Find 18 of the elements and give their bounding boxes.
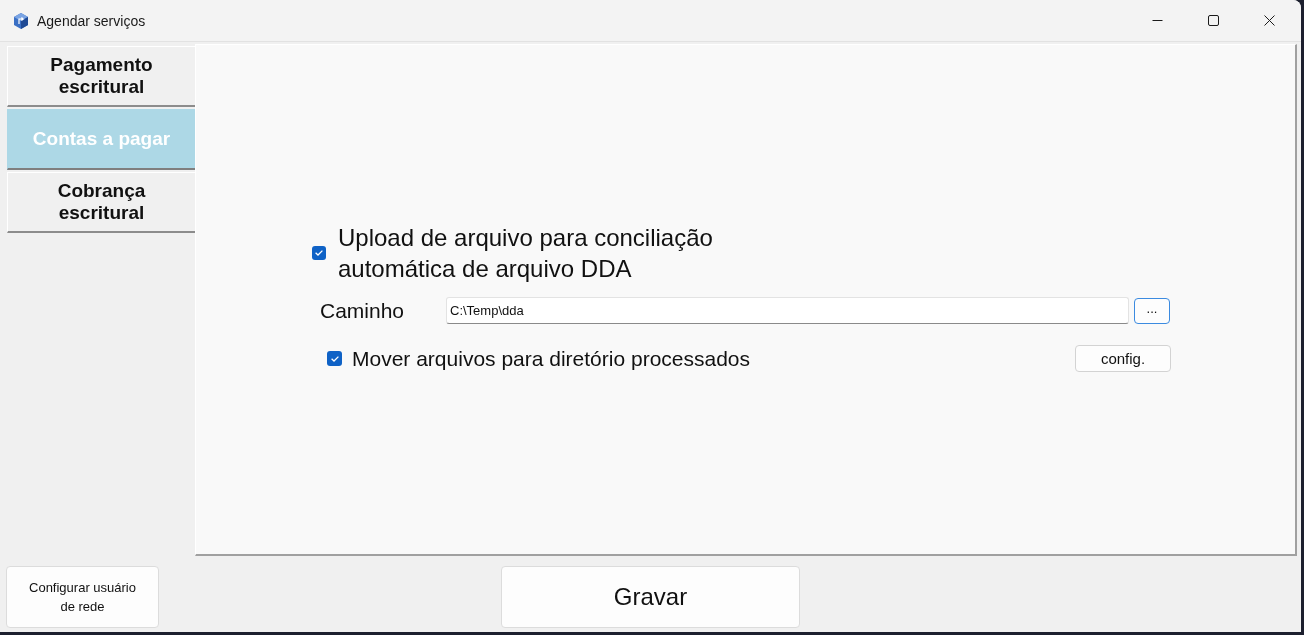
close-icon [1263,15,1275,26]
checkbox-label: Mover arquivos para diretório processados [352,346,751,371]
path-field[interactable]: C:\Temp\dda [446,297,1129,324]
maximize-icon [1207,15,1219,26]
field-label: Caminho [320,298,406,323]
save-button[interactable]: Gravar [501,566,800,628]
network-user-button[interactable]: Configurar usuário de rede [6,566,159,628]
checkmark-icon [315,250,323,256]
checkmark-icon [330,355,339,362]
tab[interactable]: Pagamento escritural [7,46,195,107]
checkbox-label: Upload de arquivo para conciliação automática de arquivo DDA [338,223,714,284]
checkbox[interactable] [312,246,326,260]
browse-button[interactable]: ... [1134,297,1170,324]
config-button[interactable]: config. [1075,345,1171,372]
tab[interactable]: Cobrança escritural [7,172,195,233]
window-title: Agendar serviços [37,12,146,29]
checkbox[interactable] [327,351,342,366]
cube-icon [13,11,29,30]
